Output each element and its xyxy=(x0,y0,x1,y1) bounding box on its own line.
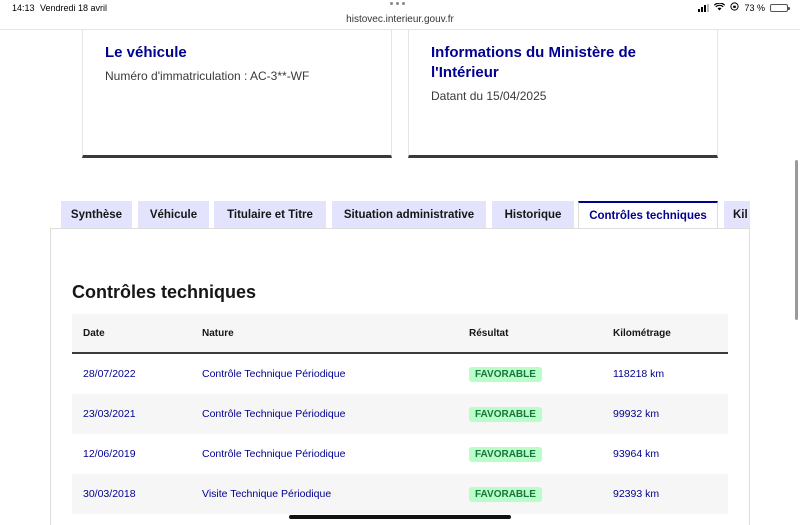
status-bar: 14:13 Vendredi 18 avril histovec.interie… xyxy=(0,0,800,30)
tab-historique[interactable]: Historique xyxy=(492,201,574,229)
ministry-date: Datant du 15/04/2025 xyxy=(431,89,547,103)
tab-situation[interactable]: Situation administrative xyxy=(332,201,486,229)
result-badge-cell: FAVORABLE xyxy=(469,354,542,394)
tab-vehicule[interactable]: Véhicule xyxy=(138,201,209,229)
tab-kilometrage[interactable]: Kil xyxy=(724,201,750,229)
inspections-table: Date Nature Résultat Kilométrage 28/07/2… xyxy=(72,314,728,514)
status-badge: FAVORABLE xyxy=(469,366,542,382)
row-date: 30/03/2018 xyxy=(83,488,136,500)
battery-percent: 73 % xyxy=(744,2,765,13)
scrollbar[interactable] xyxy=(795,160,798,320)
row-km: 118218 km xyxy=(613,368,665,380)
header-result: Résultat xyxy=(469,327,509,339)
status-badge: FAVORABLE xyxy=(469,406,542,422)
header-date: Date xyxy=(83,327,105,339)
tab-titulaire[interactable]: Titulaire et Titre xyxy=(214,201,326,229)
section-title: Contrôles techniques xyxy=(72,282,257,302)
address-bar[interactable]: histovec.interieur.gouv.fr xyxy=(0,14,800,25)
result-badge-cell: FAVORABLE xyxy=(469,434,542,474)
status-badge: FAVORABLE xyxy=(469,446,542,462)
header-km: Kilométrage xyxy=(613,327,671,339)
row-km: 92393 km xyxy=(613,488,660,500)
ministry-card: Informations du Ministère de l'Intérieur… xyxy=(408,30,718,158)
home-indicator[interactable] xyxy=(289,515,511,519)
rotation-lock-icon xyxy=(730,2,740,13)
row-km: 93964 km xyxy=(613,448,660,460)
wifi-icon xyxy=(714,2,726,13)
row-date: 23/03/2021 xyxy=(83,408,136,420)
result-badge-cell: FAVORABLE xyxy=(469,394,542,434)
registration-number: Numéro d'immatriculation : AC-3**-WF xyxy=(105,69,310,83)
table-row: 23/03/2021 Contrôle Technique Périodique… xyxy=(72,394,728,434)
table-header: Date Nature Résultat Kilométrage xyxy=(72,314,728,354)
status-badge: FAVORABLE xyxy=(469,486,542,502)
tab-synthese[interactable]: Synthèse xyxy=(61,201,132,229)
row-nature: Contrôle Technique Périodique xyxy=(202,448,346,460)
row-nature: Contrôle Technique Périodique xyxy=(202,368,346,380)
row-nature: Visite Technique Périodique xyxy=(202,488,332,500)
row-km: 99932 km xyxy=(613,408,660,420)
table-row: 30/03/2018 Visite Technique Périodique F… xyxy=(72,474,728,514)
row-nature: Contrôle Technique Périodique xyxy=(202,408,346,420)
table-row: 28/07/2022 Contrôle Technique Périodique… xyxy=(72,354,728,394)
status-icons: 73 % xyxy=(698,2,790,13)
table-row: 12/06/2019 Contrôle Technique Périodique… xyxy=(72,434,728,474)
vehicle-card: Le véhicule Numéro d'immatriculation : A… xyxy=(82,30,392,158)
result-badge-cell: FAVORABLE xyxy=(469,474,542,514)
signal-icon xyxy=(698,3,710,12)
tab-bar: Synthèse Véhicule Titulaire et Titre Sit… xyxy=(61,201,750,229)
battery-icon xyxy=(770,3,790,12)
row-date: 28/07/2022 xyxy=(83,368,136,380)
more-dots-icon[interactable] xyxy=(390,2,410,8)
header-nature: Nature xyxy=(202,327,234,339)
tab-controles-techniques[interactable]: Contrôles techniques xyxy=(578,201,718,229)
ministry-card-title: Informations du Ministère de l'Intérieur xyxy=(431,44,637,81)
status-time: 14:13 xyxy=(12,3,35,13)
status-date: Vendredi 18 avril xyxy=(40,3,108,13)
row-date: 12/06/2019 xyxy=(83,448,136,460)
vehicle-card-title: Le véhicule xyxy=(105,44,187,61)
